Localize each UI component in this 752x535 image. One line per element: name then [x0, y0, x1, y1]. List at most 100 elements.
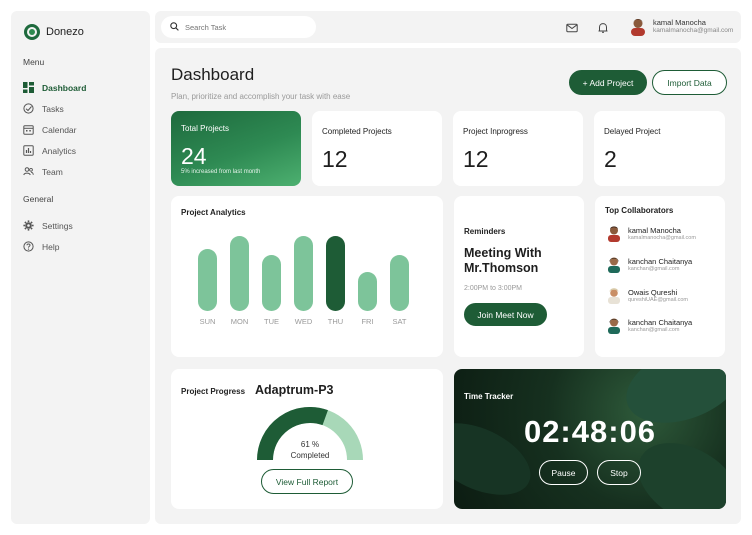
collaborator-email: kamalmanocha@gmail.com — [628, 234, 696, 241]
top-bar: kamal Manocha kamalmanocha@gmail.com — [155, 11, 741, 43]
stat-card-project-inprogress[interactable]: Project Inprogress 12 — [453, 111, 583, 186]
analytics-bar-mon[interactable] — [230, 236, 249, 311]
collaborator-name: kanchan Chaitanya — [628, 256, 693, 266]
tasks-icon — [23, 103, 34, 114]
project-name: Adaptrum-P3 — [255, 383, 334, 397]
mail-icon[interactable] — [566, 21, 578, 33]
sidebar-item-label: Settings — [42, 220, 73, 231]
analytics-bar-thu[interactable] — [326, 236, 345, 311]
stat-card-delayed-project[interactable]: Delayed Project 2 — [594, 111, 725, 186]
sidebar-item-label: Team — [42, 166, 63, 177]
analytics-bar-wed[interactable] — [294, 236, 313, 311]
card-title: Reminders — [464, 227, 506, 236]
reminders-card: Reminders Meeting With Mr.Thomson 2:00PM… — [454, 196, 584, 357]
meeting-time: 2:00PM to 3:00PM — [464, 285, 522, 292]
stat-value: 12 — [463, 146, 489, 172]
stat-card-total-projects[interactable]: Total Projects 24 5% increased from last… — [171, 111, 301, 186]
day-label: TUE — [264, 317, 279, 326]
collaborator-email: kanchan@gmail.com — [628, 326, 680, 333]
search-icon — [170, 18, 179, 36]
project-progress-card: Project Progress Adaptrum-P3 61 % Comple… — [171, 369, 443, 509]
stat-value: 24 — [181, 143, 207, 169]
collaborator-name: kamal Manocha — [628, 225, 681, 235]
team-icon — [23, 166, 34, 177]
collaborator-email: qureshiUAE@gmail.com — [628, 296, 688, 303]
collaborator-name: kanchan Chaitanya — [628, 317, 693, 327]
stat-title: Delayed Project — [604, 127, 661, 136]
card-title: Top Collaborators — [605, 206, 674, 215]
main-content: Dashboard Plan, prioritize and accomplis… — [155, 48, 741, 524]
sidebar-item-analytics[interactable]: Analytics — [23, 145, 76, 156]
day-label: WED — [294, 317, 313, 326]
card-title: Project Analytics — [181, 208, 246, 217]
meeting-title: Meeting With Mr.Thomson — [464, 246, 542, 275]
collaborator-item[interactable]: Owais Qureshi qureshiUAE@gmail.com — [607, 286, 688, 304]
sidebar-item-label: Tasks — [42, 103, 64, 114]
user-email: kamalmanocha@gmail.com — [653, 27, 734, 34]
stat-title: Total Projects — [181, 124, 230, 133]
stat-note: 5% increased from last month — [181, 169, 261, 175]
stat-card-completed-projects[interactable]: Completed Projects 12 — [312, 111, 442, 186]
chart-icon — [23, 145, 34, 156]
stop-button[interactable]: Stop — [597, 460, 641, 485]
sidebar-item-label: Dashboard — [42, 82, 87, 93]
join-meet-button[interactable]: Join Meet Now — [464, 303, 547, 326]
menu-section-label: Menu — [23, 57, 45, 67]
sidebar-item-settings[interactable]: Settings — [23, 220, 73, 231]
search-input[interactable] — [185, 22, 305, 32]
tracker-title: Time Tracker — [464, 392, 514, 401]
day-label: THU — [327, 317, 344, 326]
avatar — [607, 255, 621, 273]
collaborator-item[interactable]: kanchan Chaitanya kanchan@gmail.com — [607, 316, 692, 334]
avatar — [607, 286, 621, 304]
sidebar-item-dashboard[interactable]: Dashboard — [23, 82, 86, 93]
sidebar-item-label: Help — [42, 241, 60, 252]
day-label: SUN — [199, 317, 216, 326]
help-icon — [23, 241, 34, 252]
collaborator-email: kanchan@gmail.com — [628, 265, 680, 272]
avatar — [607, 316, 621, 334]
sidebar: Donezo Menu Dashboard Tasks Calendar Ana… — [11, 11, 150, 524]
page-subtitle: Plan, prioritize and accomplish your tas… — [171, 92, 351, 101]
view-full-report-button[interactable]: View Full Report — [261, 469, 353, 494]
progress-percent: 61 % — [300, 440, 320, 449]
search-box[interactable] — [161, 16, 316, 38]
day-label: FRI — [361, 317, 374, 326]
sidebar-item-calendar[interactable]: Calendar — [23, 124, 77, 135]
analytics-bar-fri[interactable] — [358, 272, 377, 311]
time-tracker-card: Time Tracker 02:48:06 Pause Stop — [454, 369, 726, 509]
day-label: MON — [230, 317, 249, 326]
calendar-icon — [23, 124, 34, 135]
collaborators-card: Top Collaborators kamal Manocha kamalmano… — [595, 196, 725, 357]
page-title: Dashboard — [171, 65, 255, 84]
stat-title: Completed Projects — [322, 127, 392, 136]
sidebar-item-help[interactable]: Help — [23, 241, 59, 252]
brand[interactable]: Donezo — [24, 24, 84, 40]
pause-button[interactable]: Pause — [539, 460, 588, 485]
avatar — [607, 224, 621, 242]
day-label: SAT — [392, 317, 407, 326]
sidebar-item-label: Analytics — [42, 145, 77, 156]
analytics-bar-sat[interactable] — [390, 255, 409, 311]
card-title: Project Progress — [181, 387, 246, 396]
bell-icon[interactable] — [597, 21, 609, 33]
analytics-bar-sun[interactable] — [198, 249, 217, 311]
brand-name: Donezo — [46, 26, 84, 38]
stat-value: 2 — [604, 146, 617, 172]
analytics-bar-tue[interactable] — [262, 255, 281, 311]
sidebar-item-tasks[interactable]: Tasks — [23, 103, 64, 114]
sidebar-item-team[interactable]: Team — [23, 166, 63, 177]
collaborator-item[interactable]: kanchan Chaitanya kanchan@gmail.com — [607, 255, 692, 273]
sidebar-item-label: Calendar — [42, 124, 77, 135]
timer-display: 02:48:06 — [523, 414, 657, 449]
user-profile[interactable]: kamal Manocha kamalmanocha@gmail.com — [630, 16, 733, 36]
progress-completed-label: Completed — [290, 451, 330, 460]
stat-value: 12 — [322, 146, 348, 172]
donezo-logo-icon — [24, 24, 40, 40]
collaborator-item[interactable]: kamal Manocha kamalmanocha@gmail.com — [607, 224, 696, 242]
collaborator-name: Owais Qureshi — [628, 287, 678, 297]
stat-title: Project Inprogress — [463, 127, 528, 136]
gear-icon — [23, 220, 34, 231]
add-project-button[interactable]: + Add Project — [569, 70, 647, 95]
import-data-button[interactable]: Import Data — [652, 70, 727, 95]
